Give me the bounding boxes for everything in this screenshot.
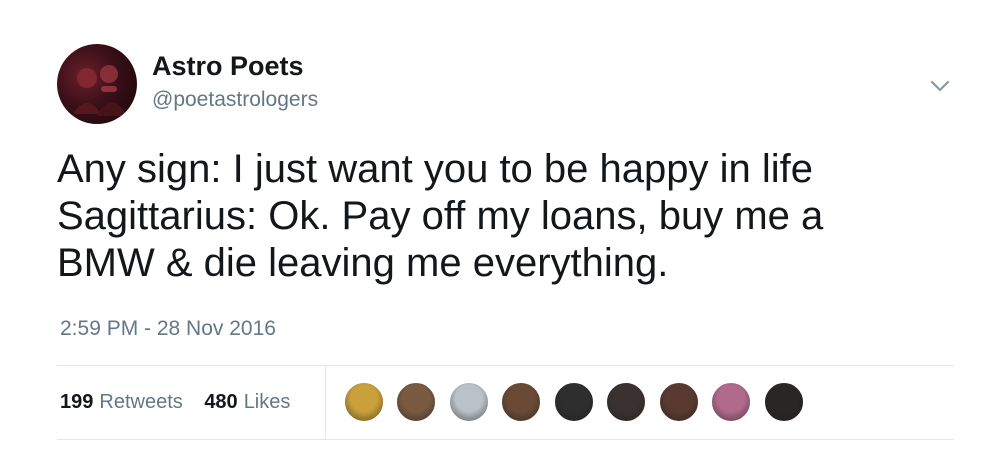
tweet-line: Sagittarius: Ok. Pay off my loans, buy m… <box>57 194 824 238</box>
liker-avatar[interactable] <box>396 382 437 422</box>
liker-avatar[interactable] <box>711 382 752 422</box>
tweet-stats: 199 Retweets 480 Likes <box>60 388 306 418</box>
user-name[interactable]: Astro Poets <box>152 50 304 82</box>
liker-avatar[interactable] <box>553 382 594 422</box>
liker-avatars <box>344 382 812 422</box>
retweets-count: 199 <box>60 391 94 413</box>
liker-avatar[interactable] <box>448 382 489 422</box>
profile-avatar[interactable] <box>57 44 137 124</box>
stats-separator <box>325 366 326 439</box>
user-handle[interactable]: @poetastrologers <box>152 87 318 113</box>
liker-avatar[interactable] <box>501 382 542 422</box>
retweets-stat[interactable]: 199 Retweets <box>60 388 183 416</box>
likes-stat[interactable]: 480 Likes <box>204 388 290 416</box>
tweet-line: BMW & die leaving me everything. <box>57 241 669 285</box>
divider <box>57 439 954 440</box>
divider <box>57 365 954 366</box>
liker-avatar[interactable] <box>606 382 647 422</box>
tweet-text: Any sign: I just want you to be happy in… <box>57 146 977 287</box>
tweet-line: Any sign: I just want you to be happy in… <box>57 147 813 191</box>
liker-avatar[interactable] <box>344 382 384 422</box>
chevron-down-icon[interactable] <box>928 76 952 96</box>
likes-count: 480 <box>204 391 238 413</box>
liker-avatar[interactable] <box>763 382 804 422</box>
avatar-image <box>73 65 127 116</box>
liker-avatar[interactable] <box>658 382 699 422</box>
likes-label: Likes <box>243 391 291 413</box>
tweet-timestamp[interactable]: 2:59 PM - 28 Nov 2016 <box>60 316 276 342</box>
retweets-label: Retweets <box>99 391 183 413</box>
